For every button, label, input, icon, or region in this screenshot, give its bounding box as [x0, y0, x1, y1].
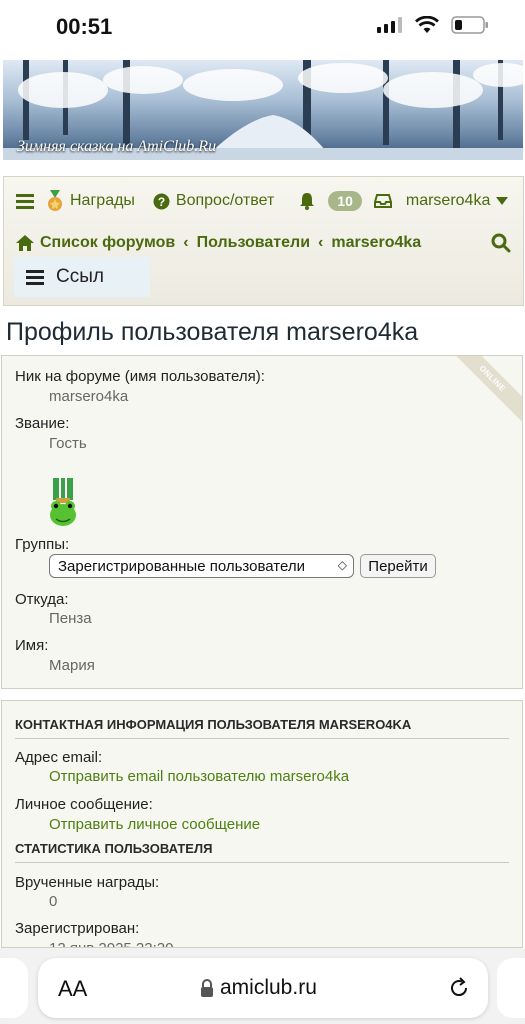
previous-tab-peek[interactable] — [0, 958, 28, 1018]
username-label: marsero4ka — [405, 192, 491, 209]
faq-label: Вопрос/ответ — [175, 192, 275, 209]
breadcrumb-separator-icon: ‹ — [183, 234, 189, 251]
status-bar: 00:51 — [0, 0, 525, 56]
contact-section-heading: КОНТАКТНАЯ ИНФОРМАЦИЯ ПОЛЬЗОВАТЕЛЯ MARSE… — [15, 717, 509, 739]
go-button[interactable]: Перейти — [360, 554, 436, 578]
lock-icon — [201, 979, 213, 997]
breadcrumb-users[interactable]: Пользователи — [197, 234, 310, 252]
user-menu-button[interactable]: marsero4ka — [405, 192, 509, 210]
groups-select[interactable]: Зарегистрированные пользователи ◇ — [49, 554, 354, 578]
reload-icon[interactable] — [448, 977, 470, 999]
wifi-icon — [415, 16, 439, 33]
inbox-icon — [373, 194, 392, 208]
bell-icon — [300, 193, 315, 210]
page-settings-button[interactable]: AA — [58, 976, 87, 1002]
groups-label: Группы: — [15, 536, 70, 553]
online-status-ribbon: ONLINE — [443, 356, 522, 428]
nick-value: marsero4ka — [49, 388, 129, 405]
cellular-signal-icon — [377, 17, 402, 33]
next-tab-peek[interactable] — [497, 958, 525, 1018]
top-nav-row: Награды ? Вопрос/ответ 10 marsero4ka — [16, 189, 511, 213]
status-time: 00:51 — [56, 14, 113, 39]
notifications-count-badge: 10 — [328, 191, 362, 211]
caret-down-icon — [496, 197, 509, 205]
rank-frog-medal-icon — [50, 478, 76, 526]
search-icon[interactable] — [491, 233, 511, 253]
breadcrumb: Список форумов ‹ Пользователи ‹ marsero4… — [16, 231, 511, 255]
breadcrumb-forum-list[interactable]: Список форумов — [40, 234, 175, 252]
rank-value: Гость — [49, 435, 87, 452]
email-label: Адрес email: — [15, 749, 103, 766]
location-label: Откуда: — [15, 591, 69, 608]
svg-text:?: ? — [158, 195, 165, 209]
quick-links-label: Ссыл — [56, 266, 104, 287]
browser-toolbar: AA amiclub.ru — [0, 948, 525, 1024]
name-label: Имя: — [15, 637, 49, 654]
forum-navbar: Награды ? Вопрос/ответ 10 marsero4ka Спи… — [3, 176, 524, 306]
send-pm-link[interactable]: Отправить личное сообщение — [49, 816, 260, 833]
breadcrumb-current-user[interactable]: marsero4ka — [331, 234, 421, 252]
forum-banner[interactable]: Зимняя сказка на AmiClub.Ru — [3, 60, 523, 160]
quick-links-button[interactable]: Ссыл — [14, 257, 150, 297]
address-bar[interactable]: AA amiclub.ru — [38, 958, 488, 1018]
awards-received-label: Врученные награды: — [15, 874, 160, 891]
profile-panel: ONLINE Ник на форуме (имя пользователя):… — [1, 355, 523, 689]
registered-value: 12 янв 2025 22:20 — [49, 940, 173, 947]
awards-label: Награды — [70, 192, 135, 209]
award-medal-icon — [48, 190, 62, 211]
select-chevron-icon: ◇ — [337, 558, 347, 572]
question-circle-icon: ? — [153, 193, 170, 209]
inbox-button[interactable] — [373, 193, 392, 209]
stats-section-heading: СТАТИСТИКА ПОЛЬЗОВАТЕЛЯ — [15, 841, 509, 863]
registered-label: Зарегистрирован: — [15, 920, 140, 937]
breadcrumb-separator-icon: ‹ — [318, 234, 324, 251]
pm-label: Личное сообщение: — [15, 796, 153, 813]
notifications-button[interactable]: 10 — [298, 191, 362, 211]
rank-label: Звание: — [15, 415, 70, 432]
faq-link[interactable]: ? Вопрос/ответ — [153, 192, 274, 210]
menu-hamburger-icon[interactable] — [16, 193, 34, 209]
menu-bars-icon — [26, 270, 44, 285]
page-title: Профиль пользователя marsero4ka — [6, 318, 419, 346]
awards-link[interactable]: Награды — [46, 190, 135, 212]
contact-panel: КОНТАКТНАЯ ИНФОРМАЦИЯ ПОЛЬЗОВАТЕЛЯ MARSE… — [1, 700, 523, 948]
battery-icon — [451, 16, 488, 34]
banner-caption: Зимняя сказка на AmiClub.Ru — [17, 138, 217, 155]
location-value: Пенза — [49, 610, 92, 627]
status-icons — [377, 16, 489, 34]
name-value: Мария — [49, 657, 95, 674]
nick-label: Ник на форуме (имя пользователя): — [15, 368, 265, 385]
send-email-link[interactable]: Отправить email пользователю marsero4ka — [49, 768, 349, 785]
home-icon — [16, 235, 34, 251]
url-domain: amiclub.ru — [220, 976, 317, 999]
awards-received-value: 0 — [49, 893, 58, 910]
groups-select-value: Зарегистрированные пользователи — [58, 557, 305, 575]
